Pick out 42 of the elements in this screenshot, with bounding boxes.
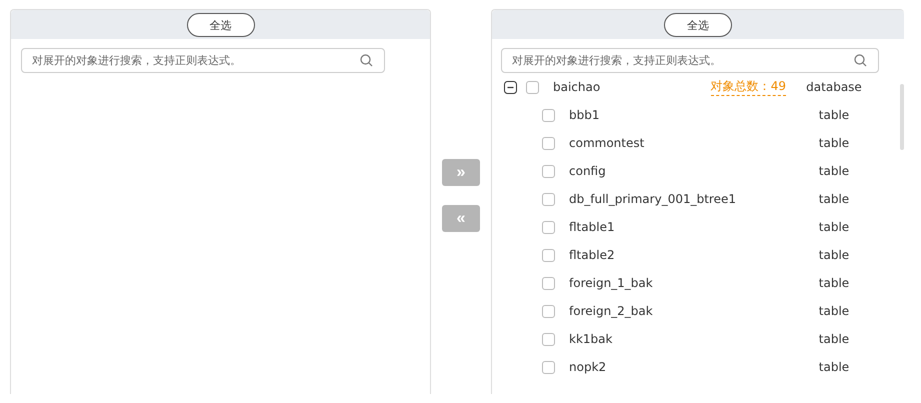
database-name: baichao [553,80,602,94]
object-type: table [818,220,850,234]
table-name: db_full_primary_001_btree1 [569,192,737,206]
search-field[interactable]: 对展开的对象进行搜索，支持正则表达式。 [21,48,385,73]
object-type: table [818,304,850,318]
checkbox[interactable] [542,360,555,374]
select-all-button[interactable]: 全选 [186,13,254,37]
checkbox[interactable] [542,276,555,290]
object-type: table [818,248,850,262]
table-name: bbb1 [569,108,600,122]
select-all-button[interactable]: 全选 [664,13,732,37]
object-type: table [818,108,850,122]
table-name: commontest [569,136,646,150]
object-type: table [818,332,850,346]
checkbox[interactable] [542,164,555,178]
table-name: nopk2 [569,360,608,374]
table-name: fltable1 [569,220,616,234]
checkbox[interactable] [542,220,555,234]
object-type: table [818,136,850,150]
table-name: kk1bak [569,332,614,346]
object-count: 对象总数：49 [710,78,786,96]
search-field[interactable]: 对展开的对象进行搜索，支持正则表达式。 [501,48,879,73]
search-icon [854,54,867,67]
scrollbar[interactable] [900,84,904,150]
checkbox[interactable] [542,192,555,206]
checkbox[interactable] [542,248,555,262]
table-name: fltable2 [569,248,616,262]
object-type: table [818,192,850,206]
checkbox[interactable] [542,332,555,346]
object-type: table [818,360,850,374]
checkbox[interactable] [542,304,555,318]
object-type: database [806,80,862,94]
table-name: foreign_1_bak [569,276,654,290]
object-type: table [818,164,850,178]
checkbox[interactable] [542,136,555,150]
search-icon [360,54,373,67]
table-name: config [569,164,607,178]
table-name: foreign_2_bak [569,304,654,318]
checkbox[interactable] [526,80,539,94]
checkbox[interactable] [542,108,555,122]
collapse-icon[interactable] [504,80,517,94]
object-type: table [818,276,850,290]
